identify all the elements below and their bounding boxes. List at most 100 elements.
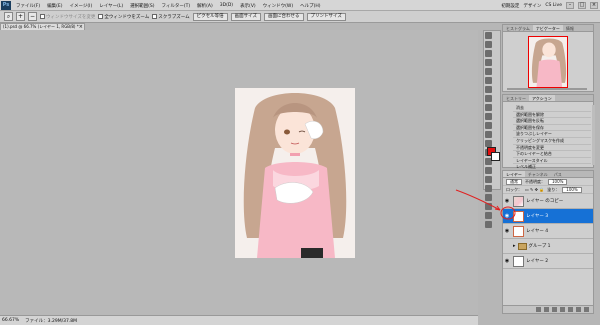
layer-row[interactable]: ◉ レイヤー 4 [503,224,593,239]
history-scrollbar[interactable] [592,105,595,165]
clone-stamp-tool-icon[interactable] [485,104,492,111]
zoom-tool-icon[interactable] [485,221,492,228]
workspace-design[interactable]: デザイン [523,3,541,9]
history-item[interactable]: 消去 [513,105,591,112]
menu-edit[interactable]: 編集(E) [47,3,62,9]
minimize-button[interactable]: – [566,2,574,9]
tab-paths[interactable]: パス [551,171,565,177]
zoom-tool-icon[interactable]: ⌕ [4,12,13,21]
fx-icon[interactable] [544,307,549,312]
options-bar: ⌕ + − ウィンドウサイズを変更 全ウィンドウをズーム スクラブズーム ピクセ… [0,11,600,23]
eraser-tool-icon[interactable] [485,122,492,129]
brush-tool-icon[interactable] [485,95,492,102]
blend-mode-select[interactable]: 通常 [506,178,522,185]
fill-screen-button[interactable]: 画面に合わせる [264,12,304,21]
move-tool-icon[interactable] [485,32,492,39]
history-item[interactable]: レイヤースタイル [513,158,591,165]
visibility-eye-icon[interactable]: ◉ [503,258,511,264]
history-item[interactable]: 下のレイヤーと結合 [513,151,591,158]
menu-view[interactable]: 表示(V) [240,3,256,9]
trash-icon[interactable] [584,307,589,312]
menu-image[interactable]: イメージ(I) [69,3,92,9]
zoom-level[interactable]: 66.67% [2,318,19,323]
file-size[interactable]: ファイル：3.29M/37.8M [25,318,77,324]
zoom-all-windows-checkbox[interactable]: 全ウィンドウをズーム [98,14,149,20]
document-tab[interactable]: (1).psd @ 66.7% (レイヤー 1, RGB/8) * × [0,23,85,30]
lock-icons[interactable]: ▭ ✎ ✥ 🔒 [525,187,544,192]
new-layer-icon[interactable] [576,307,581,312]
layer-row-selected[interactable]: ◉ レイヤー 3 [503,209,593,224]
fill-field[interactable]: 100% [562,186,582,193]
marquee-tool-icon[interactable] [485,41,492,48]
history-item[interactable]: クリッピングマスクを作成 [513,138,591,145]
cs-live-button[interactable]: CS Live [545,3,562,8]
visibility-eye-icon[interactable]: ◉ [503,213,511,219]
workspace-default[interactable]: 初期設定 [501,3,519,9]
history-item[interactable]: 塗りつぶしレイヤー [513,131,591,138]
menu-filter[interactable]: フィルター(T) [161,3,190,9]
tab-info[interactable]: 情報 [563,25,577,31]
mask-icon[interactable] [552,307,557,312]
lasso-tool-icon[interactable] [485,50,492,57]
link-icon[interactable] [536,307,541,312]
lock-label: ロック： [506,186,522,192]
menu-3d[interactable]: 3D(D) [220,3,233,8]
layer-group-row[interactable]: ▸ グループ 1 [503,239,593,254]
history-item[interactable]: 選択範囲を保存 [513,125,591,132]
menu-right-area: 初期設定 デザイン CS Live – □ × [501,0,598,11]
close-button[interactable]: × [590,2,598,9]
3d-orbit-tool-icon[interactable] [485,203,492,210]
navigator-zoom-slider[interactable] [507,88,587,90]
expand-triangle-icon[interactable]: ▸ [513,243,516,249]
menu-file[interactable]: ファイル(F) [16,3,40,9]
zoom-in-icon[interactable]: + [16,12,25,21]
print-size-button[interactable]: プリントサイズ [306,12,346,21]
blur-tool-icon[interactable] [485,140,492,147]
tab-actions[interactable]: アクション [529,95,555,101]
visibility-eye-icon[interactable]: ◉ [503,228,511,234]
tab-layers[interactable]: レイヤー [503,171,525,177]
shape-tool-icon[interactable] [485,185,492,192]
scrubby-zoom-checkbox[interactable]: スクラブズーム [152,14,190,20]
layers-panel: レイヤー チャンネル パス 通常 不透明度： 100% ロック： ▭ ✎ ✥ 🔒… [502,170,594,314]
history-item[interactable]: 選択範囲を解除 [513,112,591,119]
layer-name: レイヤー のコピー [526,199,564,204]
opacity-field[interactable]: 100% [548,178,568,185]
background-color-swatch[interactable] [491,152,500,161]
menu-help[interactable]: ヘルプ(H) [300,3,320,9]
history-item[interactable]: 選択範囲を反転 [513,118,591,125]
folder-icon [517,242,527,250]
zoom-out-icon[interactable]: − [28,12,37,21]
hand-tool-icon[interactable] [485,212,492,219]
tab-history[interactable]: ヒストリー [503,95,529,101]
gradient-tool-icon[interactable] [485,131,492,138]
eyedropper-tool-icon[interactable] [485,77,492,84]
new-group-icon[interactable] [568,307,573,312]
maximize-button[interactable]: □ [578,2,586,9]
status-bar: 66.67% ファイル：3.29M/37.8M [0,315,478,325]
resize-windows-checkbox[interactable]: ウィンドウサイズを変更 [40,14,95,20]
menu-analysis[interactable]: 解析(A) [197,3,213,9]
quick-select-tool-icon[interactable] [485,59,492,66]
tab-channels[interactable]: チャンネル [525,171,551,177]
layer-row[interactable]: ◉ レイヤー 2 [503,254,593,269]
adjustment-icon[interactable] [560,307,565,312]
tab-navigator[interactable]: ナビゲーター [532,25,563,31]
3d-rotate-tool-icon[interactable] [485,194,492,201]
document-canvas[interactable] [235,88,355,258]
fit-screen-button[interactable]: 画面サイズ [230,12,261,21]
menu-layer[interactable]: レイヤー(L) [99,3,123,9]
tab-histogram[interactable]: ヒストグラム [503,25,533,31]
menu-window[interactable]: ウィンドウ(W) [263,3,293,9]
history-item[interactable]: 不透明度を変更 [513,145,591,152]
menu-select[interactable]: 選択範囲(S) [130,3,154,9]
type-tool-icon[interactable] [485,167,492,174]
navigator-thumbnail[interactable] [528,36,568,88]
healing-tool-icon[interactable] [485,86,492,93]
crop-tool-icon[interactable] [485,68,492,75]
layer-row[interactable]: ◉ レイヤー のコピー [503,194,593,209]
path-select-tool-icon[interactable] [485,176,492,183]
history-brush-tool-icon[interactable] [485,113,492,120]
visibility-eye-icon[interactable]: ◉ [503,198,511,204]
actual-pixels-button[interactable]: ピクセル等倍 [192,12,228,21]
